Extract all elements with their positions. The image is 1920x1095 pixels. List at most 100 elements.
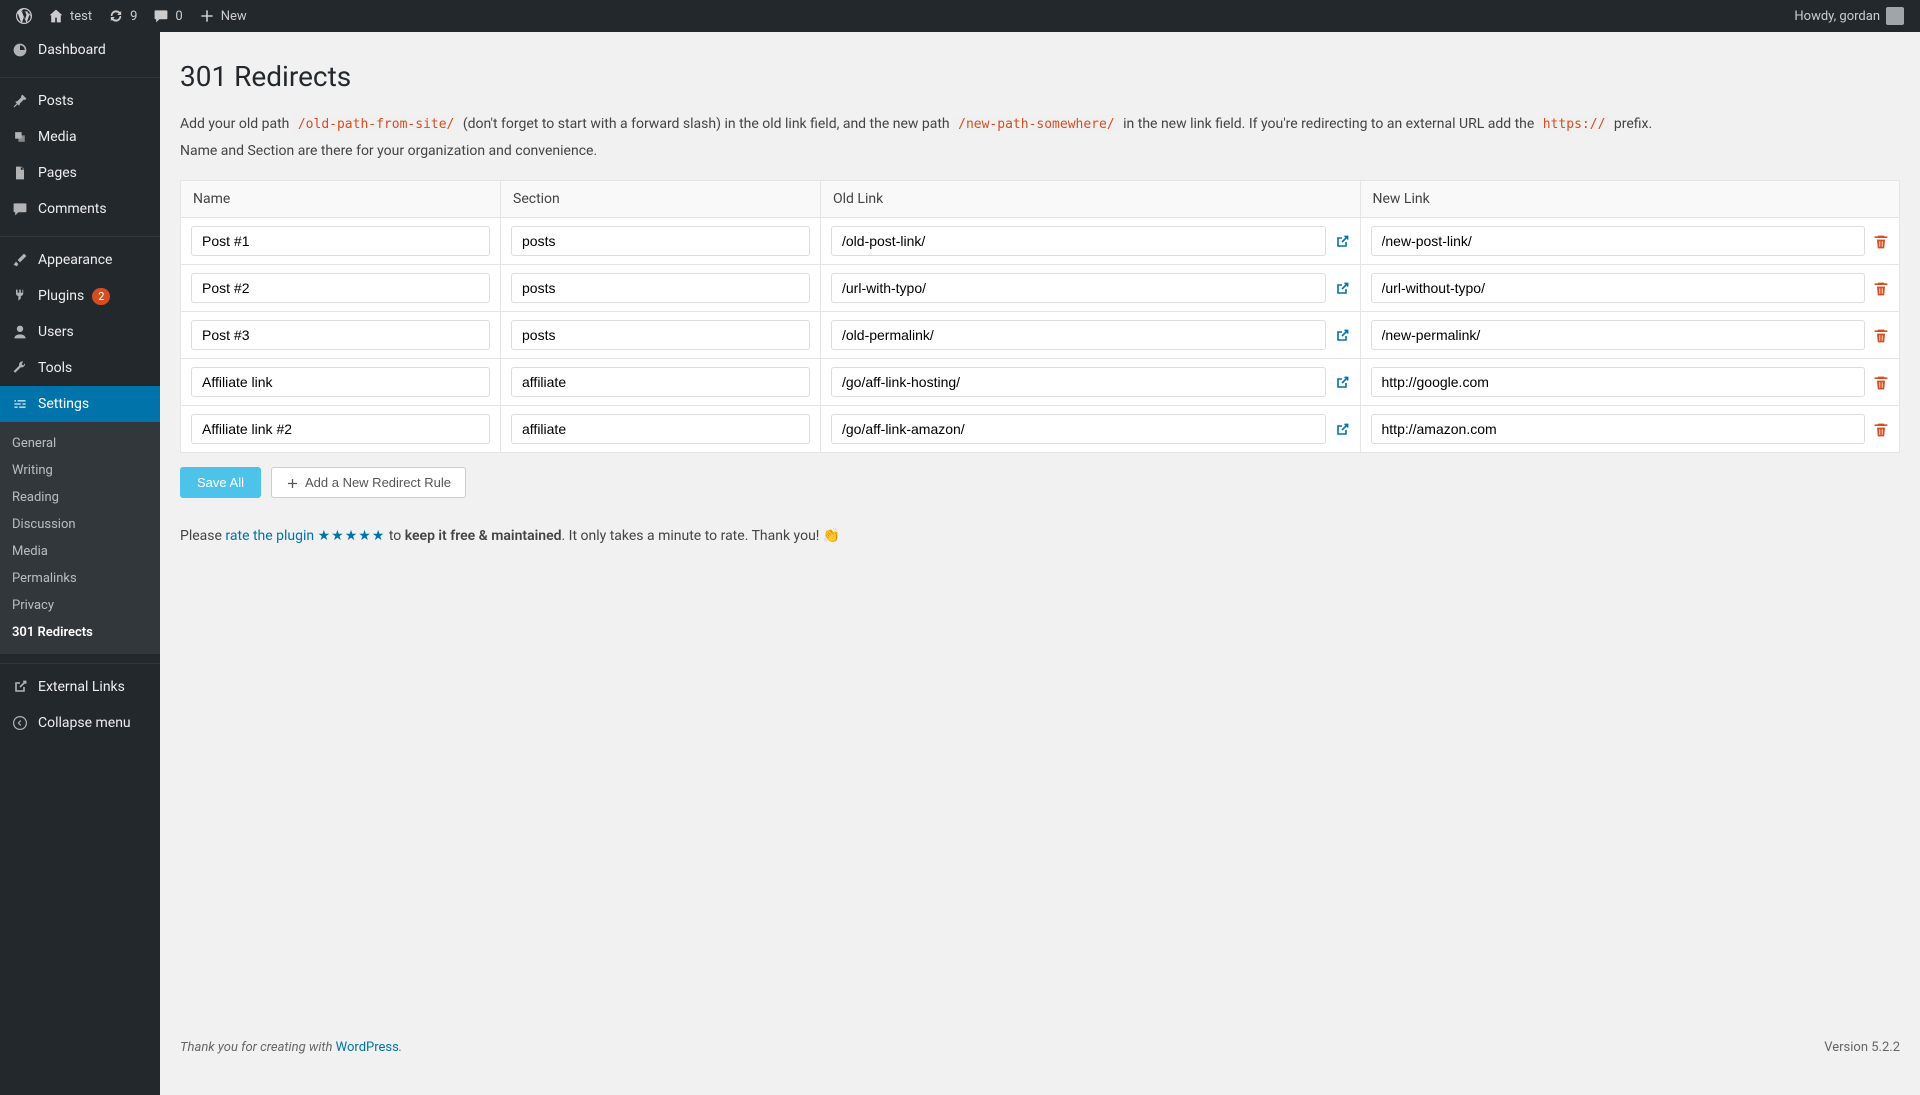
page-footer: Thank you for creating with WordPress. V… — [180, 1010, 1900, 1055]
add-label: Add a New Redirect Rule — [305, 475, 451, 490]
code-https: https:// — [1538, 115, 1611, 134]
rate-text: Please rate the plugin ★★★★★ to keep it … — [180, 528, 1900, 544]
sidebar-item-posts[interactable]: Posts — [0, 83, 160, 119]
sidebar-item-pages[interactable]: Pages — [0, 155, 160, 191]
sidebar-item-external-links[interactable]: External Links — [0, 669, 160, 705]
footer-thanks: Thank you for creating with WordPress. — [180, 1040, 402, 1055]
updates[interactable]: 9 — [100, 0, 145, 32]
howdy-text: Howdy, gordan — [1794, 9, 1880, 24]
user-icon — [10, 322, 30, 342]
table-row — [181, 312, 1900, 359]
add-rule-button[interactable]: Add a New Redirect Rule — [271, 467, 466, 498]
trash-icon[interactable] — [1873, 326, 1889, 345]
updates-count: 9 — [130, 9, 137, 24]
menu-label: Pages — [38, 165, 77, 181]
table-row — [181, 359, 1900, 406]
name-input[interactable] — [191, 414, 490, 444]
trash-icon[interactable] — [1873, 420, 1889, 439]
submenu-writing[interactable]: Writing — [0, 457, 160, 484]
wordpress-link[interactable]: WordPress — [336, 1040, 399, 1055]
code-old-path: /old-path-from-site/ — [293, 115, 460, 134]
new-link-input[interactable] — [1371, 414, 1866, 444]
menu-label: Appearance — [38, 252, 112, 268]
old-link-input[interactable] — [831, 414, 1326, 444]
new-link-input[interactable] — [1371, 320, 1866, 350]
sidebar-item-users[interactable]: Users — [0, 314, 160, 350]
sidebar-item-plugins[interactable]: Plugins 2 — [0, 278, 160, 314]
my-account[interactable]: Howdy, gordan — [1786, 0, 1912, 32]
menu-label: Tools — [38, 360, 72, 376]
submenu-general[interactable]: General — [0, 430, 160, 457]
old-link-input[interactable] — [831, 226, 1326, 256]
save-button[interactable]: Save All — [180, 467, 261, 498]
new-link-input[interactable] — [1371, 367, 1866, 397]
new-link-input[interactable] — [1371, 226, 1866, 256]
trash-icon[interactable] — [1873, 373, 1889, 392]
submenu-permalinks[interactable]: Permalinks — [0, 565, 160, 592]
page-icon — [10, 163, 30, 183]
wrench-icon — [10, 358, 30, 378]
section-input[interactable] — [511, 226, 810, 256]
name-input[interactable] — [191, 367, 490, 397]
name-input[interactable] — [191, 320, 490, 350]
submenu-discussion[interactable]: Discussion — [0, 511, 160, 538]
site-name[interactable]: test — [40, 0, 100, 32]
section-input[interactable] — [511, 273, 810, 303]
rate-link[interactable]: rate the plugin ★★★★★ — [225, 528, 385, 544]
table-row — [181, 265, 1900, 312]
external-link-icon[interactable] — [1334, 420, 1350, 439]
external-link-icon[interactable] — [1334, 326, 1350, 345]
submenu-reading[interactable]: Reading — [0, 484, 160, 511]
sidebar-item-settings[interactable]: Settings — [0, 386, 160, 422]
media-icon — [10, 127, 30, 147]
comments[interactable]: 0 — [145, 0, 190, 32]
pin-icon — [10, 91, 30, 111]
external-link-icon[interactable] — [1334, 373, 1350, 392]
sliders-icon — [10, 394, 30, 414]
external-link-icon[interactable] — [1334, 232, 1350, 251]
old-link-input[interactable] — [831, 320, 1326, 350]
page-title: 301 Redirects — [180, 60, 1900, 93]
menu-label: Dashboard — [38, 42, 106, 58]
sidebar-item-appearance[interactable]: Appearance — [0, 242, 160, 278]
external-link-icon[interactable] — [1334, 279, 1350, 298]
brush-icon — [10, 250, 30, 270]
new-label: New — [221, 9, 247, 24]
settings-submenu: General Writing Reading Discussion Media… — [0, 422, 160, 654]
name-input[interactable] — [191, 273, 490, 303]
section-input[interactable] — [511, 414, 810, 444]
comment-icon — [10, 199, 30, 219]
new-content[interactable]: New — [191, 0, 255, 32]
page-content: 301 Redirects Add your old path /old-pat… — [160, 32, 1920, 1095]
section-input[interactable] — [511, 367, 810, 397]
external-icon — [10, 677, 30, 697]
sidebar-item-collapse[interactable]: Collapse menu — [0, 705, 160, 741]
code-new-path: /new-path-somewhere/ — [953, 115, 1120, 134]
avatar-icon — [1886, 7, 1904, 25]
sidebar-item-dashboard[interactable]: Dashboard — [0, 32, 160, 68]
sidebar-item-comments[interactable]: Comments — [0, 191, 160, 227]
trash-icon[interactable] — [1873, 232, 1889, 251]
name-input[interactable] — [191, 226, 490, 256]
home-icon — [48, 8, 64, 24]
header-name: Name — [181, 181, 501, 218]
header-section: Section — [501, 181, 821, 218]
sidebar-item-media[interactable]: Media — [0, 119, 160, 155]
plugins-badge: 2 — [92, 288, 110, 305]
star-icons: ★★★★★ — [318, 528, 386, 544]
section-input[interactable] — [511, 320, 810, 350]
old-link-input[interactable] — [831, 273, 1326, 303]
submenu-privacy[interactable]: Privacy — [0, 592, 160, 619]
submenu-301-redirects[interactable]: 301 Redirects — [0, 619, 160, 646]
dashboard-icon — [10, 40, 30, 60]
submenu-media[interactable]: Media — [0, 538, 160, 565]
menu-label: Plugins — [38, 288, 84, 304]
wp-logo[interactable] — [8, 0, 40, 32]
new-link-input[interactable] — [1371, 273, 1866, 303]
old-link-input[interactable] — [831, 367, 1326, 397]
trash-icon[interactable] — [1873, 279, 1889, 298]
menu-separator — [0, 659, 160, 664]
header-old-link: Old Link — [821, 181, 1361, 218]
sidebar-item-tools[interactable]: Tools — [0, 350, 160, 386]
plug-icon — [10, 286, 30, 306]
